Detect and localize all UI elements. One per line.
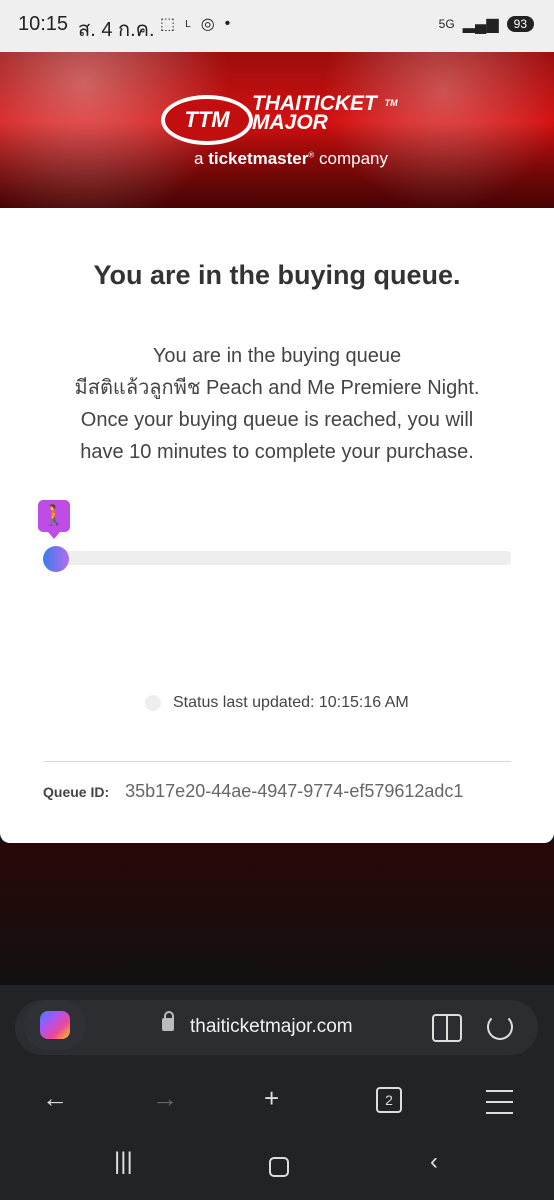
dot-icon: • [224, 15, 231, 32]
screenshot-icon: ⬚ [160, 16, 176, 33]
queue-panel: You are in the buying queue. You are in … [0, 208, 554, 843]
status-icons: ⬚ L ◎ • [160, 14, 230, 34]
page-title: You are in the buying queue. [93, 260, 461, 290]
walking-person-icon: 🚶 [38, 500, 70, 539]
recent-apps-icon[interactable]: ||| [114, 1148, 133, 1176]
logo-mark: TTM [161, 95, 253, 145]
status-time: 10:15 [18, 13, 69, 35]
status-updated-text: Status last updated: 10:15:16 AM [173, 694, 409, 711]
signal-icon: ▂▄▆ [462, 16, 499, 33]
brand-title: THAITICKET TM MAJOR [252, 93, 398, 134]
status-bar: 10:15 ส. 4 ก.ค. ⬚ L ◎ • 5G ▂▄▆ 93 [0, 0, 554, 52]
queue-progress-track [44, 551, 511, 565]
trademark: TM [384, 98, 398, 108]
new-tab-icon[interactable]: + [264, 1083, 279, 1114]
tab-count-button[interactable]: 2 [376, 1087, 402, 1113]
forward-icon[interactable]: → [152, 1083, 178, 1114]
page-background [0, 843, 554, 985]
lotus-icon: L [185, 18, 191, 30]
queue-id-label: Queue ID: [43, 783, 110, 800]
tagline: a ticketmaster® company [194, 149, 388, 168]
tagline-suffix: company [319, 149, 388, 168]
lock-icon [162, 1011, 174, 1031]
instagram-icon: ◎ [200, 16, 215, 33]
queue-id-value: 35b17e20-44ae-4947-9774-ef579612adc1 [125, 781, 464, 801]
status-updated: Status last updated: 10:15:16 AM [145, 694, 409, 712]
home-icon[interactable] [269, 1157, 289, 1177]
message-line-1: You are in the buying queue [152, 345, 402, 367]
brand-line2: MAJOR [252, 111, 328, 134]
menu-icon[interactable] [486, 1090, 513, 1114]
back-nav-icon[interactable]: ‹ [430, 1148, 438, 1176]
message-line-2: มีสติแล้วลูกพีช Peach and Me Premiere Ni… [74, 377, 480, 399]
message-line-3: Once your buying queue is reached, you w… [80, 409, 474, 431]
copilot-icon [40, 1011, 70, 1039]
tagline-prefix: a [194, 149, 204, 168]
queue-message: You are in the buying queue มีสติแล้วลูก… [42, 340, 512, 468]
status-date: ส. 4 ก.ค. [78, 19, 155, 41]
reload-icon[interactable] [487, 1014, 513, 1040]
tagline-brand: ticketmaster [208, 149, 309, 168]
status-dot-icon [145, 695, 161, 711]
copilot-button[interactable] [24, 1000, 86, 1050]
queue-id-row: Queue ID: 35b17e20-44ae-4947-9774-ef5796… [43, 781, 463, 802]
status-right: 5G ▂▄▆ 93 [439, 14, 534, 34]
network-label: 5G [438, 17, 455, 31]
divider [44, 761, 511, 762]
back-icon[interactable]: ← [42, 1083, 68, 1114]
battery-icon: 93 [506, 16, 534, 32]
url-text[interactable]: thaiticketmajor.com [190, 1016, 353, 1038]
message-line-4: have 10 minutes to complete your purchas… [80, 441, 474, 463]
queue-progress-indicator [43, 546, 69, 572]
hero-banner: TTM THAITICKET TM MAJOR a ticketmaster® … [0, 52, 554, 208]
reader-mode-icon[interactable] [432, 1014, 462, 1042]
